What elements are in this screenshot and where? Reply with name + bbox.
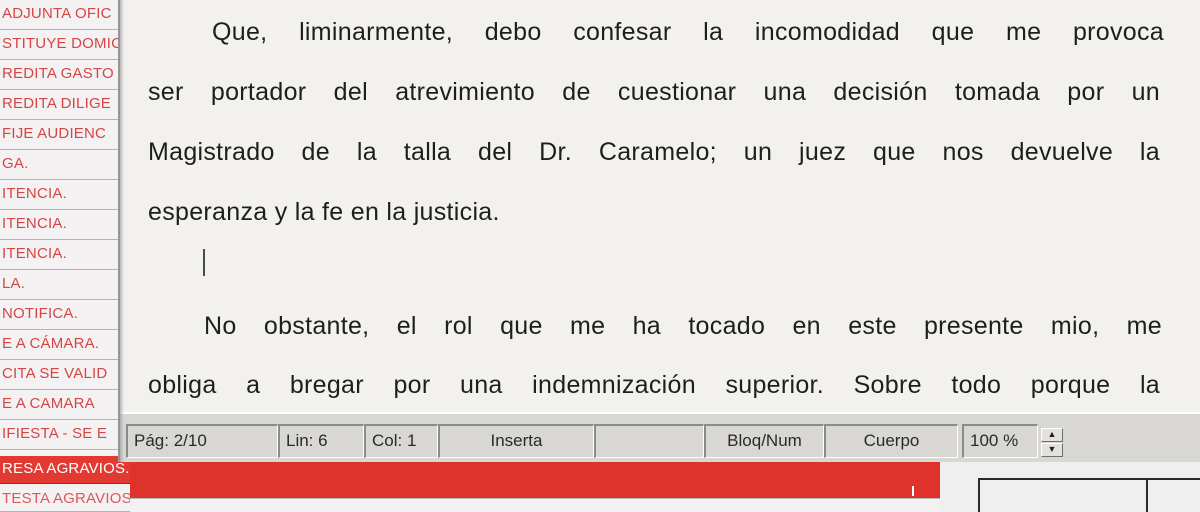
list-item[interactable]: ITENCIA. (0, 180, 130, 210)
list-item[interactable]: REDITA DILIGE (0, 90, 130, 120)
document-editor: Que, liminarmente, debo confesar la inco… (118, 0, 1200, 462)
case-actions-list: ADJUNTA OFIC STITUYE DOMIC REDITA GASTO … (0, 0, 131, 512)
zoom-spinner[interactable]: ▲ ▼ (1041, 428, 1065, 458)
line-indicator: Lin: 6 (278, 424, 364, 458)
list-item[interactable]: TESTA AGRAVIOS. (0, 484, 130, 512)
selected-row-strip (130, 458, 940, 498)
list-item[interactable]: GA. (0, 150, 130, 180)
list-item[interactable]: STITUYE DOMIC (0, 30, 130, 60)
status-bar: Pág: 2/10 Lin: 6 Col: 1 Inserta Bloq/Num… (120, 412, 1200, 462)
list-item[interactable]: REDITA GASTO (0, 60, 130, 90)
zoom-value[interactable]: 100 % (962, 424, 1038, 458)
list-item[interactable]: NOTIFICA. (0, 300, 130, 330)
list-item[interactable]: ADJUNTA OFIC (0, 0, 130, 30)
list-item[interactable]: E A CÁMARA. (0, 330, 130, 360)
strip-marker (912, 486, 914, 496)
background-window (940, 458, 1200, 512)
list-item[interactable]: IFIESTA - SE E (0, 420, 130, 450)
status-blank-cell (594, 424, 704, 458)
list-item[interactable]: E A CAMARA (0, 390, 130, 420)
paragraph-line: ser portador del atrevimiento de cuestio… (148, 78, 1160, 106)
page-indicator: Pág: 2/10 (126, 424, 278, 458)
list-item-selected[interactable]: RESA AGRAVIOS. (0, 456, 130, 484)
zoom-up-icon[interactable]: ▲ (1041, 428, 1063, 442)
paragraph-line: No obstante, el rol que me ha tocado en … (204, 312, 1162, 340)
list-item[interactable]: FIJE AUDIENC (0, 120, 130, 150)
window-frame (1146, 478, 1200, 512)
list-item[interactable]: ITENCIA. (0, 210, 130, 240)
paragraph-line: Que, liminarmente, debo confesar la inco… (212, 18, 1164, 46)
list-item[interactable]: ITENCIA. (0, 240, 130, 270)
list-item[interactable]: LA. (0, 270, 130, 300)
window-frame (978, 478, 1148, 512)
screen: ADJUNTA OFIC STITUYE DOMIC REDITA GASTO … (0, 0, 1200, 512)
lower-panel (130, 498, 940, 512)
paragraph-line: obliga a bregar por una indemnización su… (148, 371, 1160, 399)
document-page[interactable]: Que, liminarmente, debo confesar la inco… (120, 0, 1200, 412)
list-item[interactable]: CITA SE VALID (0, 360, 130, 390)
numlock-indicator: Bloq/Num (704, 424, 824, 458)
column-indicator: Col: 1 (364, 424, 438, 458)
text-cursor (203, 249, 205, 276)
paragraph-line: esperanza y la fe en la justicia. (148, 198, 500, 226)
zoom-down-icon[interactable]: ▼ (1041, 443, 1063, 457)
paragraph-line: Magistrado de la talla del Dr. Caramelo;… (148, 138, 1160, 166)
insert-mode-indicator[interactable]: Inserta (438, 424, 594, 458)
paragraph-style-indicator[interactable]: Cuerpo (824, 424, 958, 458)
